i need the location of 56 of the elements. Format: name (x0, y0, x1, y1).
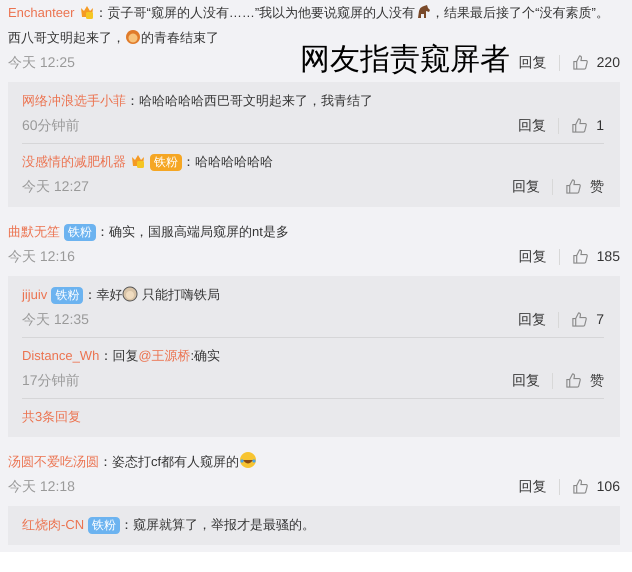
fan-badge: 铁粉 (64, 224, 96, 241)
user-name-link[interactable]: Distance_Wh (22, 348, 100, 363)
vip-badge-icon (78, 4, 94, 20)
fan-badge: 铁粉 (150, 154, 182, 171)
like-count: 赞 (590, 371, 604, 390)
thumbs-up-icon[interactable] (565, 372, 582, 389)
horse-emoji-icon (415, 4, 432, 20)
like-count: 220 (596, 53, 620, 72)
like-count: 106 (596, 477, 620, 496)
like-count: 7 (596, 310, 604, 329)
thumbs-up-icon[interactable] (572, 54, 589, 71)
reply-link[interactable]: 回复 (518, 115, 546, 136)
user-name-link[interactable]: Enchanteer (8, 5, 74, 20)
laughing-emoji-icon (239, 451, 258, 469)
comment-text: ：哈哈哈哈哈哈 (182, 154, 273, 169)
more-replies-link[interactable]: 共3条回复 (22, 404, 82, 429)
reply-link[interactable]: 回复 (518, 246, 547, 267)
reply-link[interactable]: 回复 (518, 309, 546, 330)
thumbs-up-icon[interactable] (572, 478, 589, 495)
comment-text: ：窥屏就算了，举报才是最骚的。 (120, 517, 316, 532)
timestamp: 今天 12:35 (22, 310, 89, 329)
reply-link[interactable]: 回复 (512, 176, 540, 197)
reply-link[interactable]: 回复 (518, 476, 547, 497)
comment-text: ：回复@王源桥:确实 (99, 348, 220, 363)
timestamp: 今天 12:18 (8, 477, 75, 496)
fan-badge: 铁粉 (51, 287, 84, 304)
timestamp: 17分钟前 (22, 371, 80, 390)
comment-text: ：确实，国服高端局窥屏的nt是多 (96, 224, 289, 239)
comment-text: ：姿态打cf都有人窥屏的 (99, 454, 258, 469)
like-count: 185 (596, 247, 620, 266)
reply-link[interactable]: 回复 (518, 52, 547, 73)
face-emoji-icon (122, 286, 138, 302)
thumbs-up-icon[interactable] (571, 311, 588, 328)
user-name-link[interactable]: 曲默无笙 (8, 224, 60, 239)
timestamp: 今天 12:25 (8, 53, 75, 72)
user-name-link[interactable]: 网络冲浪选手小菲 (22, 93, 126, 108)
vip-badge-icon (130, 153, 146, 169)
fan-badge: 铁粉 (88, 517, 120, 534)
timestamp: 60分钟前 (22, 116, 80, 135)
like-count: 赞 (590, 177, 604, 196)
thumbs-up-icon[interactable] (571, 117, 588, 134)
mention-link[interactable]: @王源桥 (138, 348, 191, 363)
thumbs-up-icon[interactable] (572, 248, 589, 265)
user-name-link[interactable]: 红烧肉-CN (22, 517, 84, 532)
user-name-link[interactable]: jijuiv (22, 287, 48, 302)
user-name-link[interactable]: 汤圆不爱吃汤圆 (8, 454, 99, 469)
timestamp: 今天 12:27 (22, 177, 89, 196)
timestamp: 今天 12:16 (8, 247, 75, 266)
reply-link[interactable]: 回复 (512, 370, 540, 391)
like-count: 1 (596, 116, 604, 135)
comment-text: ：哈哈哈哈哈西巴哥文明起来了，我青结了 (126, 93, 373, 108)
face-emoji-icon (125, 29, 141, 45)
comment-text: ：幸好 只能打嗨铁局 (83, 287, 220, 302)
user-name-link[interactable]: 没感情的减肥机器 (22, 154, 126, 169)
thumbs-up-icon[interactable] (565, 178, 582, 195)
caption-text: 网友指责窥屏者 (300, 42, 510, 78)
